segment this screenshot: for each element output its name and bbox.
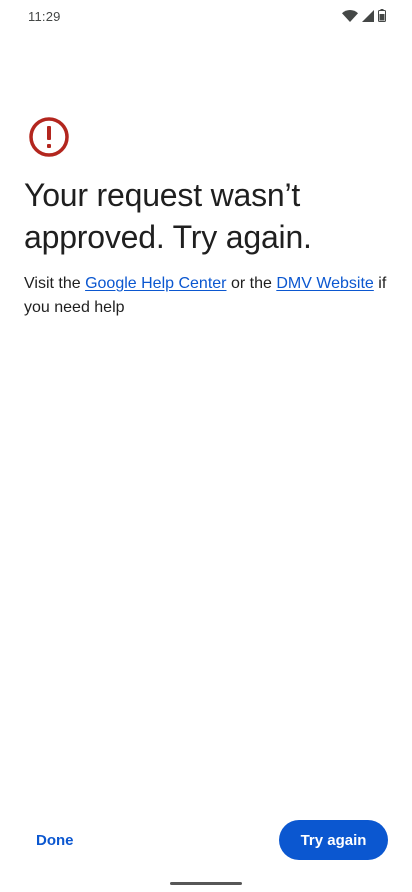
- status-bar: 11:29: [0, 0, 412, 32]
- help-text: Visit the Google Help Center or the DMV …: [24, 272, 394, 320]
- try-again-button[interactable]: Try again: [279, 820, 388, 860]
- done-button[interactable]: Done: [24, 822, 86, 858]
- gesture-nav-handle[interactable]: [170, 882, 242, 885]
- dmv-website-link[interactable]: DMV Website: [276, 275, 374, 292]
- page-title: Your request wasn’t approved. Try again.: [24, 177, 312, 255]
- help-text-middle: or the: [226, 275, 277, 292]
- wifi-icon: [342, 9, 358, 22]
- status-icons: [342, 9, 386, 22]
- help-text-prefix: Visit the: [24, 275, 86, 292]
- status-time: 11:29: [28, 9, 61, 24]
- battery-icon: [378, 9, 386, 22]
- error-exclamation-icon: [28, 116, 70, 158]
- cellular-signal-icon: [362, 9, 374, 22]
- google-help-center-link[interactable]: Google Help Center: [85, 275, 226, 292]
